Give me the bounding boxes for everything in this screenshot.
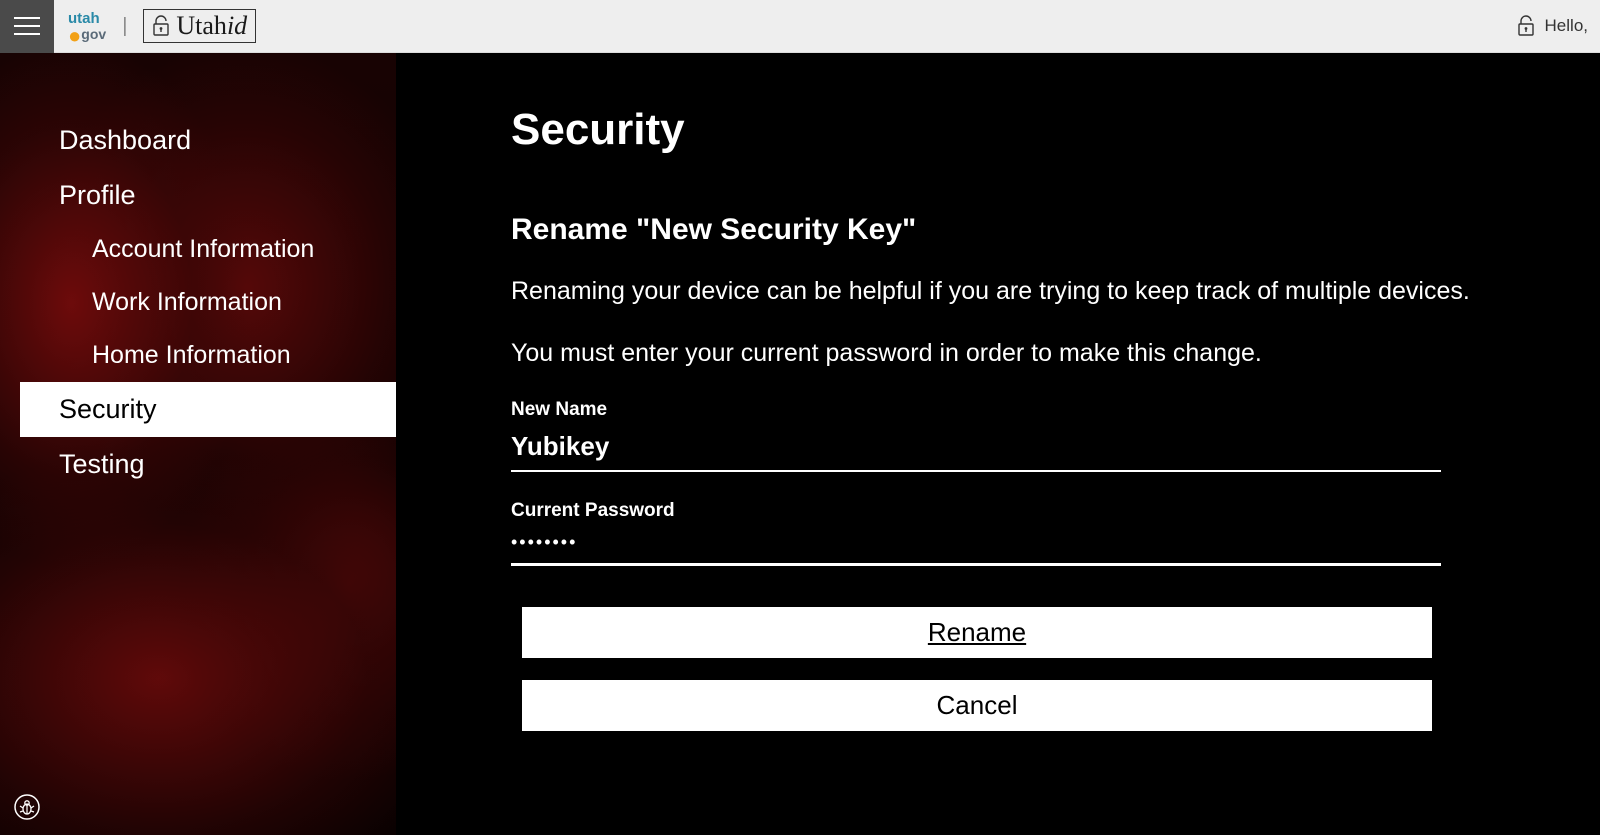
sidebar: Dashboard Profile Account Information Wo… bbox=[0, 53, 396, 835]
help-text-2: You must enter your current password in … bbox=[511, 337, 1471, 371]
sidebar-item-account-information[interactable]: Account Information bbox=[0, 223, 396, 276]
help-text-1: Renaming your device can be helpful if y… bbox=[511, 275, 1471, 309]
utahgov-logo[interactable]: utah ●gov bbox=[68, 12, 106, 41]
utahgov-logo-gov: gov bbox=[81, 26, 106, 42]
hamburger-menu-button[interactable] bbox=[0, 0, 54, 53]
utahid-text: Utahid bbox=[176, 11, 247, 41]
current-password-field: Current Password bbox=[511, 500, 1441, 566]
sidebar-item-home-information[interactable]: Home Information bbox=[0, 329, 396, 382]
main-content: Security Rename "New Security Key" Renam… bbox=[396, 53, 1600, 835]
sidebar-item-dashboard[interactable]: Dashboard bbox=[0, 113, 396, 168]
utahgov-logo-dot: ● bbox=[68, 23, 81, 48]
page-title: Security bbox=[511, 105, 1540, 155]
cancel-button[interactable]: Cancel bbox=[521, 679, 1433, 732]
new-name-field: New Name bbox=[511, 399, 1441, 472]
lock-icon bbox=[1517, 15, 1535, 37]
current-password-input[interactable] bbox=[511, 528, 1441, 566]
sidebar-nav: Dashboard Profile Account Information Wo… bbox=[0, 53, 396, 492]
topbar: utah ●gov | Utahid Hello, bbox=[0, 0, 1600, 53]
logo-area: utah ●gov | Utahid bbox=[54, 9, 256, 43]
sidebar-item-security[interactable]: Security bbox=[20, 382, 396, 437]
utahid-logo[interactable]: Utahid bbox=[143, 9, 256, 43]
hello-greeting[interactable]: Hello, bbox=[1545, 16, 1588, 36]
sidebar-item-testing[interactable]: Testing bbox=[0, 437, 396, 492]
logo-divider: | bbox=[116, 15, 133, 38]
sidebar-item-profile[interactable]: Profile bbox=[0, 168, 396, 223]
lock-icon bbox=[152, 15, 170, 37]
bug-icon bbox=[14, 794, 40, 820]
new-name-label: New Name bbox=[511, 399, 1441, 421]
hamburger-icon bbox=[14, 16, 40, 36]
rename-button[interactable]: Rename bbox=[521, 606, 1433, 659]
current-password-label: Current Password bbox=[511, 500, 1441, 522]
bug-report-button[interactable] bbox=[14, 794, 40, 825]
sidebar-item-work-information[interactable]: Work Information bbox=[0, 276, 396, 329]
rename-heading: Rename "New Security Key" bbox=[511, 213, 1540, 247]
topbar-right: Hello, bbox=[1517, 15, 1600, 37]
new-name-input[interactable] bbox=[511, 427, 1441, 472]
button-row: Rename Cancel bbox=[521, 606, 1433, 732]
